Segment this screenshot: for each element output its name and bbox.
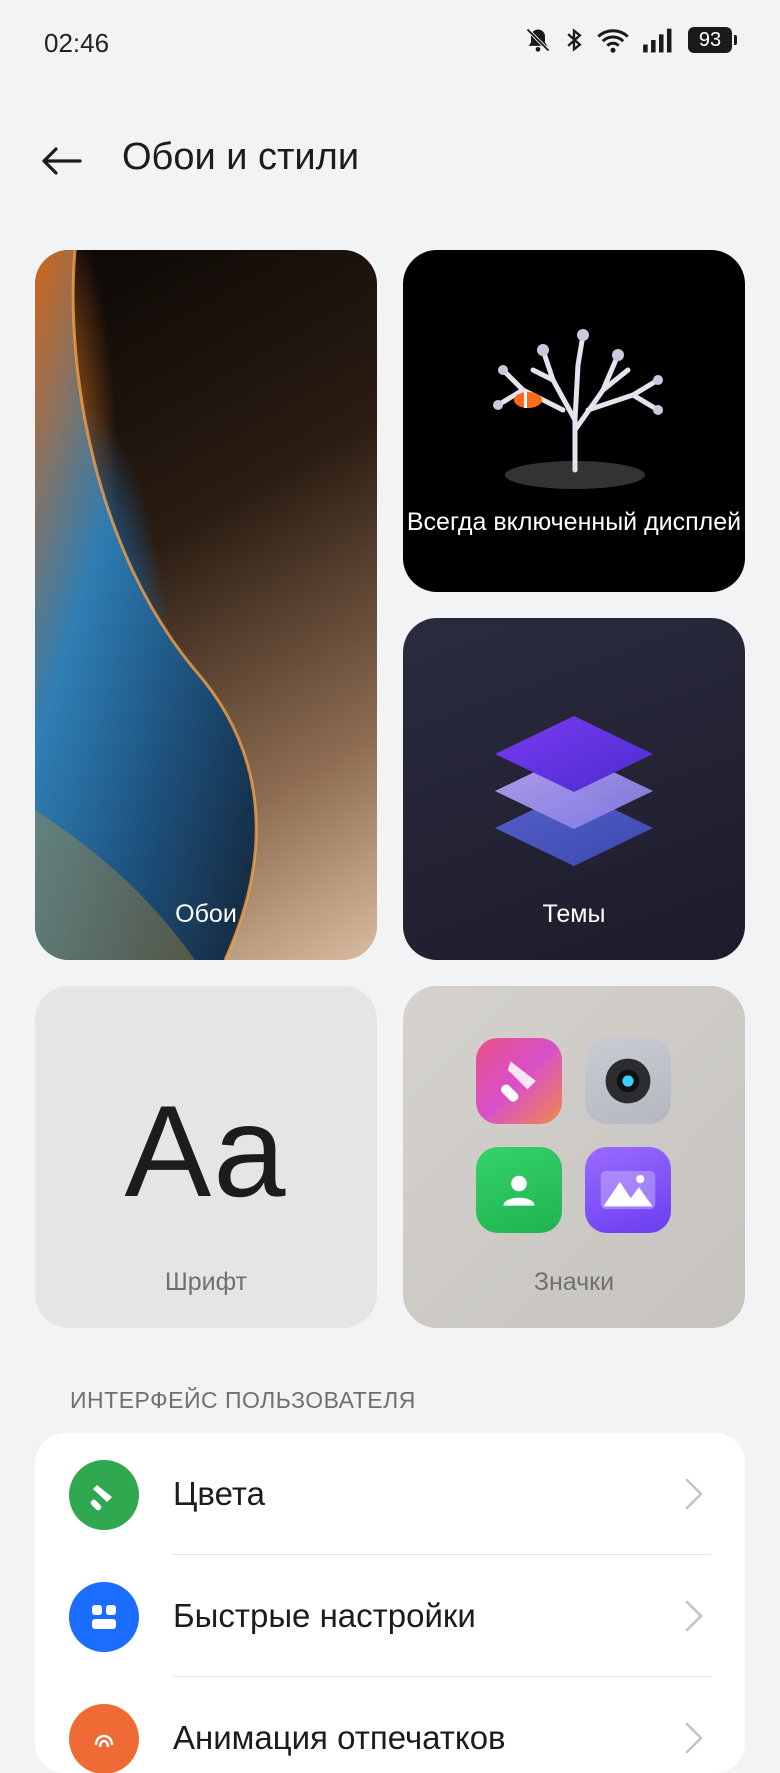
settings-item-colors[interactable]: Цвета xyxy=(35,1433,745,1555)
battery-icon: 93 xyxy=(688,27,737,53)
settings-item-label: Цвета xyxy=(173,1475,265,1512)
icons-label: Значки xyxy=(533,1268,615,1296)
chevron-right-icon xyxy=(685,1478,703,1510)
font-label: Шрифт xyxy=(164,1268,248,1296)
settings-item-label: Анимация отпечатков xyxy=(173,1719,506,1756)
font-sample: Aa xyxy=(124,1078,288,1224)
always-on-display-tile[interactable]: Всегда включенный дисплей xyxy=(403,250,745,592)
themes-tile[interactable]: Темы xyxy=(403,618,745,960)
font-tile[interactable]: Aa Шрифт xyxy=(35,986,377,1328)
status-bar: 02:46 93 xyxy=(0,0,780,90)
settings-item-quick-settings[interactable]: Быстрые настройки xyxy=(35,1555,745,1677)
themes-label: Темы xyxy=(542,900,606,928)
status-icons: 93 xyxy=(524,26,737,54)
bluetooth-icon xyxy=(564,26,584,54)
wallpaper-label: Обои xyxy=(175,900,237,928)
paint-app-icon xyxy=(476,1038,562,1124)
chevron-right-icon xyxy=(685,1600,703,1632)
page-title: Обои и стили xyxy=(122,136,360,178)
wifi-icon xyxy=(596,26,630,54)
status-time: 02:46 xyxy=(44,28,110,58)
settings-item-fingerprint-animation[interactable]: Анимация отпечатков xyxy=(35,1677,745,1773)
aod-label: Всегда включенный дисплей xyxy=(406,508,742,536)
icons-tile[interactable]: Значки xyxy=(403,986,745,1328)
fingerprint-icon xyxy=(69,1704,139,1773)
quick-settings-icon xyxy=(69,1582,139,1652)
settings-list: Цвета Быстрые настройки Анимация отпечат… xyxy=(35,1433,745,1773)
gallery-app-icon xyxy=(585,1147,671,1233)
contacts-app-icon xyxy=(476,1147,562,1233)
arrow-left-icon xyxy=(42,147,82,175)
layers-icon xyxy=(495,716,653,866)
section-header: ИНТЕРФЕЙС ПОЛЬЗОВАТЕЛЯ xyxy=(70,1387,416,1413)
signal-icon xyxy=(642,26,676,54)
chevron-right-icon xyxy=(685,1722,703,1754)
coral-image xyxy=(493,329,663,489)
wallpaper-tile[interactable]: Обои xyxy=(35,250,377,960)
bell-muted-icon xyxy=(524,26,552,54)
paint-brush-icon xyxy=(69,1460,139,1530)
camera-app-icon xyxy=(585,1038,671,1124)
header: Обои и стили xyxy=(0,120,780,200)
wallpaper-preview xyxy=(35,250,258,960)
back-button[interactable] xyxy=(36,136,86,186)
settings-item-label: Быстрые настройки xyxy=(173,1597,476,1634)
